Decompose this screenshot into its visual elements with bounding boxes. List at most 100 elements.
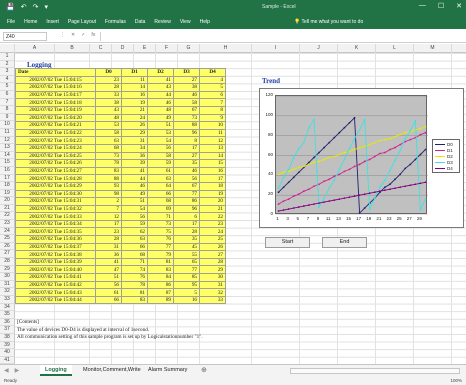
row-header[interactable]: 6 — [0, 90, 15, 99]
column-header[interactable]: H — [200, 44, 252, 53]
value-cell[interactable]: 12 — [199, 136, 226, 145]
row-header[interactable]: 23 — [0, 220, 15, 228]
value-cell[interactable]: 66 — [95, 295, 122, 305]
value-cell[interactable]: 74 — [121, 265, 148, 275]
value-cell[interactable]: 36 — [121, 151, 148, 161]
value-cell[interactable]: 86 — [173, 197, 200, 206]
value-cell[interactable]: 45 — [173, 242, 200, 252]
value-cell[interactable]: 31 — [95, 242, 122, 252]
value-cell[interactable]: 51 — [147, 121, 174, 130]
value-cell[interactable]: 61 — [147, 166, 174, 176]
date-cell[interactable]: 2002/07/02 Tue 15:04:25 — [15, 151, 96, 161]
cancel-icon[interactable]: ✕ — [71, 32, 75, 38]
row-header[interactable]: 32 — [0, 288, 15, 296]
value-cell[interactable]: 61 — [95, 288, 122, 297]
value-cell[interactable]: 19 — [121, 98, 148, 107]
value-cell[interactable]: 98 — [95, 189, 122, 199]
row-header[interactable]: 36 — [0, 318, 15, 327]
date-cell[interactable]: 2002/07/02 Tue 15:04:37 — [15, 242, 96, 252]
value-cell[interactable]: 31 — [199, 280, 226, 290]
value-cell[interactable]: 29 — [121, 128, 148, 138]
trend-chart[interactable]: 0 20 40 60 80 100 120 1 3 5 7 9 11 13 15 17 19 21 23 25 27 2… — [259, 88, 464, 228]
column-header[interactable]: G — [178, 44, 200, 53]
column-header[interactable]: B — [55, 44, 90, 53]
row-header[interactable]: 37 — [0, 326, 15, 334]
row-header[interactable]: 19 — [0, 189, 15, 198]
date-cell[interactable]: 2002/07/02 Tue 15:04:20 — [15, 113, 96, 123]
value-cell[interactable]: 44 — [147, 90, 174, 100]
add-sheet-icon[interactable]: ⊕ — [201, 366, 207, 374]
value-cell[interactable]: 8 — [173, 136, 200, 145]
value-cell[interactable]: 58 — [147, 151, 174, 161]
value-cell[interactable]: 16 — [199, 166, 226, 176]
value-cell[interactable]: 11 — [199, 128, 226, 138]
select-all-corner[interactable] — [0, 44, 15, 53]
value-cell[interactable]: 78 — [95, 159, 122, 168]
value-cell[interactable]: 49 — [147, 113, 174, 123]
value-cell[interactable]: 96 — [173, 128, 200, 138]
date-cell[interactable]: 2002/07/02 Tue 15:04:32 — [15, 204, 96, 214]
value-cell[interactable]: 32 — [199, 288, 226, 297]
row-header[interactable]: 38 — [0, 333, 15, 342]
value-cell[interactable]: 31 — [121, 136, 148, 145]
column-header[interactable]: M — [414, 44, 452, 53]
row-header[interactable]: 14 — [0, 151, 15, 160]
row-header[interactable]: 8 — [0, 106, 15, 114]
value-cell[interactable]: 93 — [95, 181, 122, 191]
value-cell[interactable]: 17 — [199, 174, 226, 183]
value-cell[interactable]: 68 — [95, 143, 122, 153]
close-icon[interactable]: ✕ — [456, 2, 462, 10]
column-header[interactable]: C — [90, 44, 112, 53]
date-cell[interactable]: 2002/07/02 Tue 15:04:24 — [15, 143, 96, 153]
customize-icon[interactable]: ▾ — [44, 3, 48, 11]
value-cell[interactable]: 87 — [147, 288, 174, 297]
value-cell[interactable]: 77 — [147, 242, 174, 252]
value-cell[interactable]: 7 — [199, 98, 226, 107]
value-cell[interactable]: 27 — [173, 75, 200, 85]
value-cell[interactable]: 7 — [95, 204, 122, 214]
tab-alarm-summary[interactable]: Alarm Summary — [143, 365, 192, 376]
tab-logging[interactable]: Logging — [40, 365, 72, 376]
value-cell[interactable]: 83 — [147, 265, 174, 275]
date-cell[interactable]: 2002/07/02 Tue 15:04:42 — [15, 280, 96, 290]
value-cell[interactable]: 73 — [173, 113, 200, 123]
value-cell[interactable]: 51 — [95, 273, 122, 282]
date-cell[interactable]: 2002/07/02 Tue 15:04:40 — [15, 265, 96, 275]
value-cell[interactable]: 6 — [173, 212, 200, 221]
row-header[interactable]: 39 — [0, 341, 15, 350]
row-header[interactable]: 25 — [0, 235, 15, 243]
value-cell[interactable]: 59 — [147, 159, 174, 168]
value-cell[interactable]: 34 — [121, 143, 148, 153]
value-cell[interactable]: 25 — [199, 235, 226, 244]
row-header[interactable]: 7 — [0, 98, 15, 107]
row-header[interactable]: 4 — [0, 75, 15, 84]
date-cell[interactable]: 2002/07/02 Tue 15:04:41 — [15, 273, 96, 282]
value-cell[interactable]: 14 — [121, 83, 148, 92]
date-cell[interactable]: 2002/07/02 Tue 15:04:30 — [15, 189, 96, 199]
column-header[interactable]: E — [134, 44, 156, 53]
tell-me-box[interactable]: 💡 Tell me what you want to do — [294, 19, 363, 25]
value-cell[interactable]: 66 — [147, 189, 174, 199]
value-cell[interactable]: 56 — [173, 174, 200, 183]
value-cell[interactable]: 33 — [199, 295, 226, 305]
value-cell[interactable]: 21 — [199, 204, 226, 214]
value-cell[interactable]: 56 — [147, 143, 174, 153]
value-cell[interactable]: 38 — [173, 83, 200, 92]
row-header[interactable]: 33 — [0, 296, 15, 304]
date-cell[interactable]: 2002/07/02 Tue 15:04:27 — [15, 166, 96, 176]
row-header[interactable]: 22 — [0, 212, 15, 221]
value-cell[interactable]: 26 — [199, 242, 226, 252]
header-d3[interactable]: D3 — [173, 68, 200, 77]
ribbon-tab-page-layout[interactable]: Page Layout — [68, 19, 96, 25]
value-cell[interactable]: 73 — [147, 219, 174, 229]
undo-icon[interactable]: ↶ — [21, 3, 27, 11]
column-header[interactable]: F — [156, 44, 178, 53]
value-cell[interactable]: 53 — [95, 121, 122, 130]
redo-icon[interactable]: ↷ — [33, 3, 39, 11]
value-cell[interactable]: 54 — [147, 136, 174, 145]
date-cell[interactable]: 2002/07/02 Tue 15:04:35 — [15, 227, 96, 237]
row-header[interactable]: 21 — [0, 204, 15, 213]
value-cell[interactable]: 59 — [121, 219, 148, 229]
value-cell[interactable]: 85 — [173, 273, 200, 282]
value-cell[interactable]: 67 — [173, 181, 200, 191]
